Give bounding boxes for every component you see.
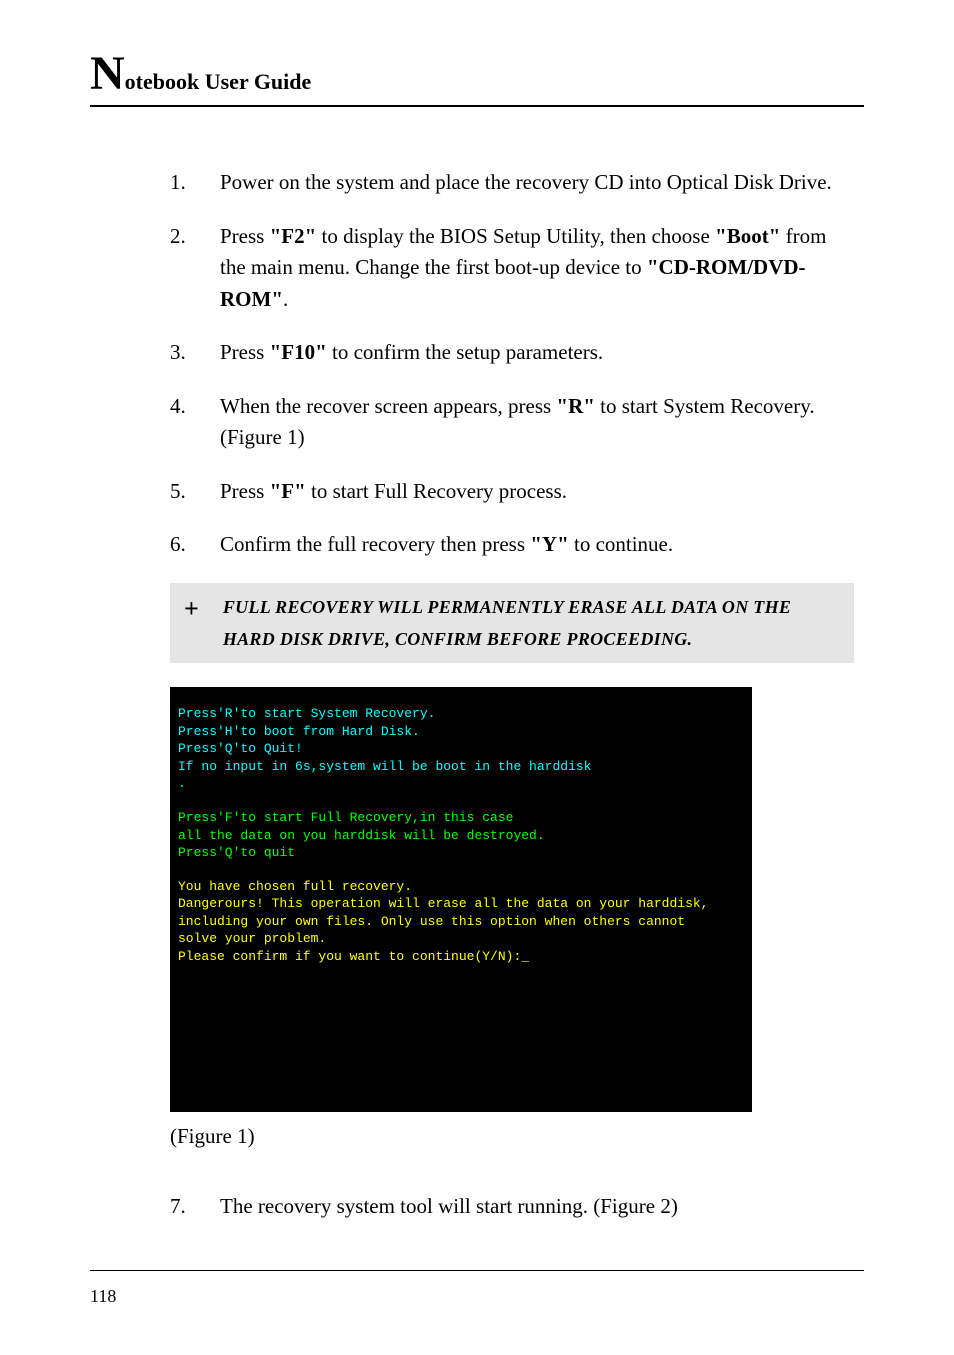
step-number: 2. <box>170 221 220 316</box>
steps-list-continued: 7. The recovery system tool will start r… <box>170 1191 854 1223</box>
step-4: 4. When the recover screen appears, pres… <box>170 391 854 454</box>
page-number: 118 <box>90 1286 116 1307</box>
step-3: 3. Press "F10" to confirm the setup para… <box>170 337 854 369</box>
step-text: Press "F10" to confirm the setup paramet… <box>220 337 854 369</box>
terminal-line: If no input in 6s,system will be boot in… <box>178 758 744 776</box>
terminal-line: all the data on you harddisk will be des… <box>178 827 744 845</box>
page-header: Notebook User Guide <box>90 60 864 107</box>
step-number: 3. <box>170 337 220 369</box>
terminal-line: Press'Q'to Quit! <box>178 740 744 758</box>
step-2: 2. Press "F2" to display the BIOS Setup … <box>170 221 854 316</box>
terminal-line: including your own files. Only use this … <box>178 913 744 931</box>
step-text: When the recover screen appears, press "… <box>220 391 854 454</box>
title-big-n: N <box>90 47 125 100</box>
terminal-line: You have chosen full recovery. <box>178 878 744 896</box>
main-content: 1. Power on the system and place the rec… <box>90 167 864 1223</box>
step-7: 7. The recovery system tool will start r… <box>170 1191 854 1223</box>
terminal-screenshot: Press'R'to start System Recovery. Press'… <box>170 687 752 1112</box>
footer-line <box>90 1270 864 1271</box>
step-text: Confirm the full recovery then press "Y"… <box>220 529 854 561</box>
terminal-line: Press'R'to start System Recovery. <box>178 705 744 723</box>
step-number: 4. <box>170 391 220 454</box>
terminal-block-3: You have chosen full recovery. Dangerour… <box>178 878 744 966</box>
steps-list: 1. Power on the system and place the rec… <box>170 167 854 561</box>
terminal-line: . <box>178 775 744 793</box>
step-number: 7. <box>170 1191 220 1223</box>
step-text: Press "F" to start Full Recovery process… <box>220 476 854 508</box>
terminal-block-1: Press'R'to start System Recovery. Press'… <box>178 705 744 793</box>
step-text: Press "F2" to display the BIOS Setup Uti… <box>220 221 854 316</box>
terminal-line: Please confirm if you want to continue(Y… <box>178 948 744 966</box>
warning-text: FULL RECOVERY WILL PERMANENTLY ERASE ALL… <box>223 591 844 656</box>
title-rest: otebook User Guide <box>125 69 312 94</box>
warning-icon: + <box>184 591 199 627</box>
terminal-line: Press'Q'to quit <box>178 844 744 862</box>
terminal-line: Press'F'to start Full Recovery,in this c… <box>178 809 744 827</box>
step-text: Power on the system and place the recove… <box>220 167 854 199</box>
step-6: 6. Confirm the full recovery then press … <box>170 529 854 561</box>
step-5: 5. Press "F" to start Full Recovery proc… <box>170 476 854 508</box>
terminal-block-2: Press'F'to start Full Recovery,in this c… <box>178 809 744 862</box>
step-number: 6. <box>170 529 220 561</box>
terminal-line: Dangerours! This operation will erase al… <box>178 895 744 913</box>
step-text: The recovery system tool will start runn… <box>220 1191 854 1223</box>
terminal-line: Press'H'to boot from Hard Disk. <box>178 723 744 741</box>
step-1: 1. Power on the system and place the rec… <box>170 167 854 199</box>
warning-box: + FULL RECOVERY WILL PERMANENTLY ERASE A… <box>170 583 854 664</box>
figure-label: (Figure 1) <box>170 1124 854 1149</box>
step-number: 5. <box>170 476 220 508</box>
terminal-line: solve your problem. <box>178 930 744 948</box>
step-number: 1. <box>170 167 220 199</box>
header-title: Notebook User Guide <box>90 60 864 95</box>
